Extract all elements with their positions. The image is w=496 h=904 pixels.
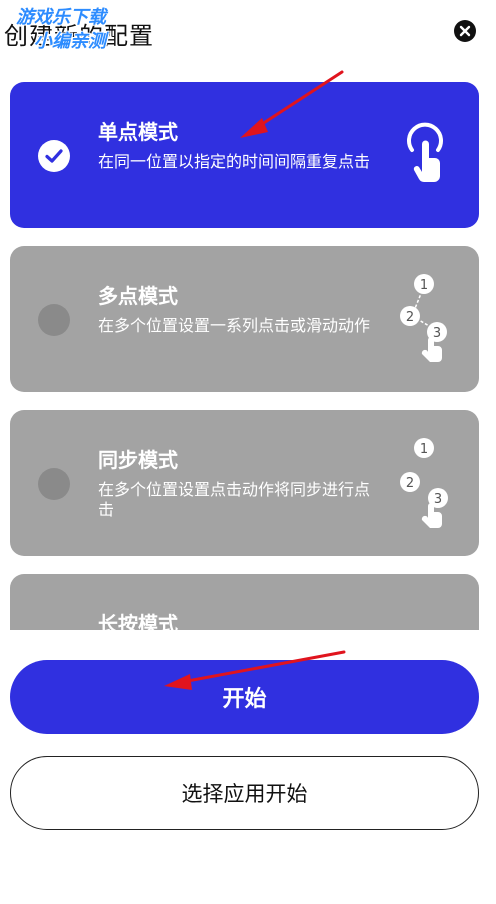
watermark-line-2: 小编亲测 (34, 31, 106, 52)
mode-description: 在多个位置设置点击动作将同步进行点击 (98, 480, 371, 519)
radio-unselected[interactable] (38, 304, 70, 336)
sync-tap-icon: 1 2 3 (400, 438, 448, 528)
mode-card-long-press[interactable]: 长按模式 (10, 574, 479, 630)
mode-title: 单点模式 (98, 120, 178, 144)
mode-title: 同步模式 (98, 448, 178, 472)
header: 创建新的配置 游戏乐下载 小编亲测 (0, 0, 496, 70)
watermark-logo: 游戏乐下载 小编亲测 (16, 6, 136, 62)
mode-card-single[interactable]: 单点模式 在同一位置以指定的时间间隔重复点击 (10, 82, 479, 228)
mode-card-multi[interactable]: 多点模式 在多个位置设置一系列点击或滑动动作 1 2 3 (10, 246, 479, 392)
svg-text:2: 2 (406, 310, 414, 325)
choose-app-start-button[interactable]: 选择应用开始 (10, 756, 479, 830)
mode-description: 在多个位置设置一系列点击或滑动动作 (98, 316, 371, 335)
long-press-icon (390, 596, 460, 630)
check-icon (45, 149, 63, 163)
svg-text:3: 3 (433, 326, 441, 341)
watermark-line-1: 游戏乐下载 (16, 7, 106, 28)
radio-selected[interactable] (38, 140, 70, 172)
mode-description: 在同一位置以指定的时间间隔重复点击 (98, 152, 371, 171)
mode-title: 长按模式 (98, 612, 178, 630)
svg-text:3: 3 (434, 492, 442, 507)
mode-title: 多点模式 (98, 284, 178, 308)
svg-text:1: 1 (420, 278, 428, 293)
mode-card-sync[interactable]: 同步模式 在多个位置设置点击动作将同步进行点击 1 2 3 (10, 410, 479, 556)
svg-text:1: 1 (420, 442, 428, 457)
close-button[interactable] (454, 20, 476, 42)
mode-list[interactable]: 单点模式 在同一位置以指定的时间间隔重复点击 多点模式 在多个位置设置一系列点击… (0, 70, 496, 630)
svg-text:2: 2 (406, 476, 414, 491)
multi-tap-icon: 1 2 3 (400, 274, 447, 362)
close-icon (459, 25, 471, 37)
tap-icon (407, 122, 443, 182)
start-button[interactable]: 开始 (10, 660, 479, 734)
radio-unselected[interactable] (38, 468, 70, 500)
